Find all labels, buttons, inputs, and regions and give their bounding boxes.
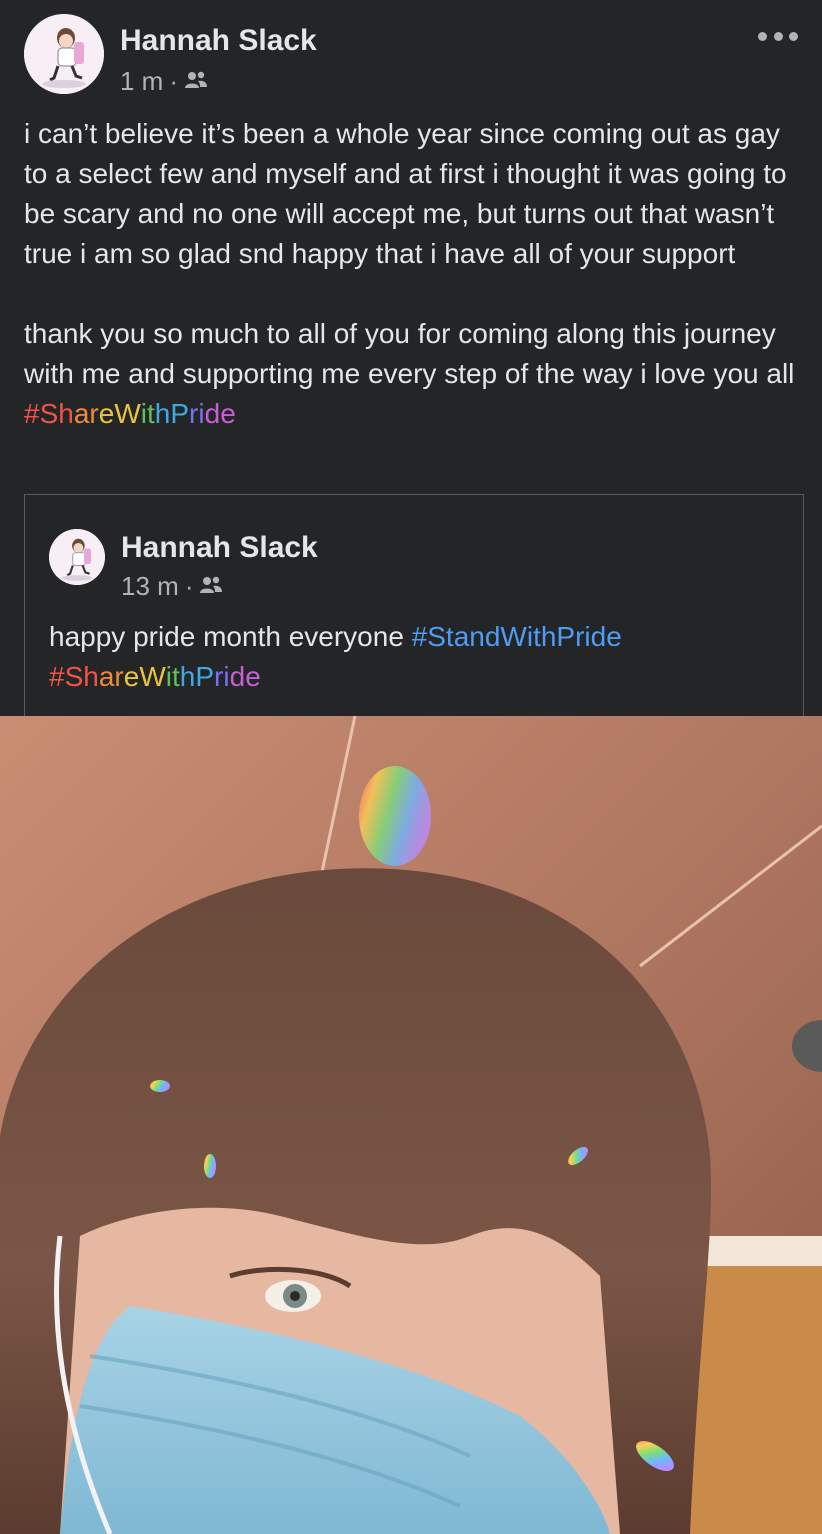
post-photo[interactable] — [0, 716, 822, 1534]
shared-post-text: happy pride month everyone — [49, 621, 412, 652]
post-body: i can’t believe it’s been a whole year s… — [24, 114, 804, 434]
hashtag-stand-with-pride[interactable]: #StandWithPride — [412, 621, 622, 652]
post-paragraph-text: thank you so much to all of you for comi… — [24, 318, 795, 389]
shared-post-body: happy pride month everyone #StandWithPri… — [49, 617, 789, 697]
post-header: Hannah Slack 1 m · — [24, 14, 798, 98]
shared-post-header: Hannah Slack 13 m · — [49, 529, 779, 601]
post-paragraph: thank you so much to all of you for comi… — [24, 314, 804, 434]
post-time[interactable]: 1 m — [120, 66, 163, 97]
meta-separator: · — [169, 66, 179, 96]
author-name[interactable]: Hannah Slack — [120, 24, 317, 58]
friends-icon[interactable] — [184, 66, 208, 97]
hashtag-share-with-pride[interactable]: #ShareWithPride — [24, 398, 236, 429]
meta-separator: · — [184, 571, 194, 601]
facebook-post: Hannah Slack 1 m · i can’t believe it’s … — [0, 0, 822, 1534]
post-paragraph: i can’t believe it’s been a whole year s… — [24, 118, 787, 269]
avatar[interactable] — [24, 14, 104, 94]
hashtag-share-with-pride[interactable]: #ShareWithPride — [49, 661, 261, 692]
avatar[interactable] — [49, 529, 105, 585]
friends-icon[interactable] — [199, 571, 223, 602]
shared-post-time[interactable]: 13 m — [121, 571, 179, 602]
selfie-photo — [0, 716, 822, 1534]
more-options-icon[interactable] — [758, 24, 798, 48]
shared-author-name[interactable]: Hannah Slack — [121, 531, 318, 565]
shared-post-card[interactable]: Hannah Slack 13 m · happy pride month ev… — [24, 494, 804, 725]
shared-post-meta: 13 m · — [121, 571, 223, 602]
post-meta: 1 m · — [120, 66, 208, 97]
